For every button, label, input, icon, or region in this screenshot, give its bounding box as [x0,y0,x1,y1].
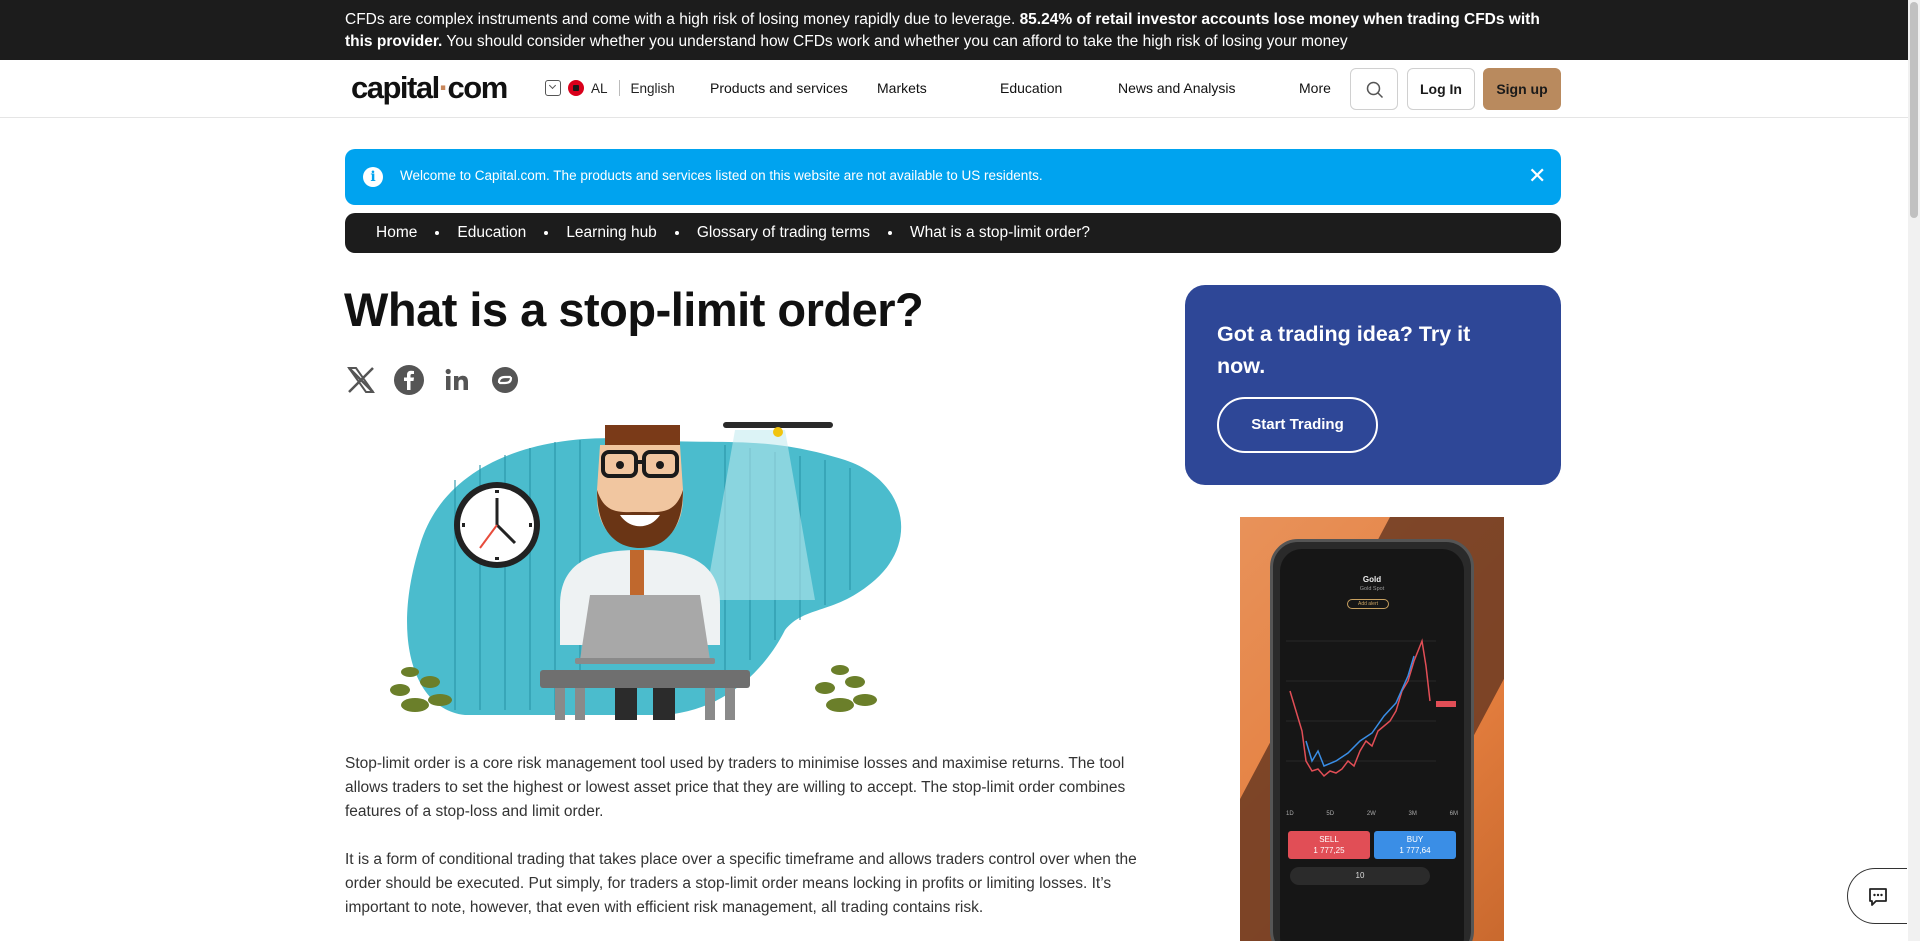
nav-more[interactable]: More [1299,80,1331,96]
timeframe-3m: 3M [1408,811,1417,817]
timeframe-2w: 2W [1366,811,1376,817]
phone-screen: Gold Gold Spot Add alert 1D 5D 2W 3M 6M … [1280,549,1464,941]
site-header: capital·com AL English Products and serv… [0,60,1908,118]
divider [618,80,620,96]
logo[interactable]: capital·com [351,70,508,106]
breadcrumb-glossary[interactable]: Glossary of trading terms [697,224,870,242]
scrollbar-thumb[interactable] [1910,2,1918,218]
chat-button[interactable] [1847,868,1907,924]
share-link-icon[interactable] [489,364,521,396]
signup-button[interactable]: Sign up [1483,68,1561,110]
hero-illustration [390,422,902,720]
article-paragraph: It is a form of conditional trading that… [345,851,1137,916]
quantity-field: 10 [1290,867,1430,885]
banner-text: Welcome to Capital.com. The products and… [400,168,1043,183]
chat-icon [1869,888,1887,906]
breadcrumb-learning-hub[interactable]: Learning hub [566,224,657,242]
risk-warning-bar: CFDs are complex instruments and come wi… [0,0,1908,60]
breadcrumb-education[interactable]: Education [457,224,526,242]
close-icon[interactable]: ✕ [1528,163,1546,189]
trading-cta-card: Got a trading idea? Try it now. Start Tr… [1185,285,1561,485]
scrollbar[interactable] [1908,0,1920,941]
nav-education[interactable]: Education [1000,80,1118,96]
laptop [580,595,710,660]
sell-button: SELL 1 777,25 [1288,831,1370,859]
chevron-down-icon [545,80,561,96]
phone-mockup: Gold Gold Spot Add alert 1D 5D 2W 3M 6M … [1270,539,1474,941]
main-nav: Products and services Markets Education … [710,80,1331,96]
login-button[interactable]: Log In [1407,68,1475,110]
breadcrumb-current: What is a stop-limit order? [909,224,1090,241]
us-residents-banner: i Welcome to Capital.com. The products a… [345,149,1561,205]
nav-markets[interactable]: Markets [877,80,1000,96]
breadcrumb-separator [544,231,549,235]
region-code: AL [591,80,608,96]
x-icon[interactable] [345,364,377,396]
timeframe-5d: 5D [1326,811,1335,817]
language-label: English [630,80,675,96]
info-icon: i [363,167,383,187]
buy-button: BUY 1 777,64 [1374,831,1456,859]
plant-right [815,665,877,712]
start-trading-button[interactable]: Start Trading [1217,397,1378,453]
instrument-subtitle: Gold Spot [1359,586,1385,592]
search-button[interactable] [1350,68,1398,110]
search-icon [1366,81,1384,99]
share-bar [345,364,521,396]
flag-icon [568,80,584,96]
timeframe-1d: 1D [1286,811,1294,817]
breadcrumb-separator [674,231,679,235]
candlestick-chart [1286,638,1456,778]
article-paragraph: Stop-limit order is a core risk manageme… [345,755,1126,820]
breadcrumb-separator [887,231,892,235]
breadcrumb-separator [435,231,440,235]
risk-warning-text: CFDs are complex instruments and come wi… [345,11,1540,50]
cta-title: Got a trading idea? Try it now. [1217,322,1471,378]
nav-news-and-analysis[interactable]: News and Analysis [1118,80,1299,96]
add-alert-pill: Add alert [1347,599,1389,609]
facebook-icon[interactable] [393,364,425,396]
timeframe-tabs: 1D 5D 2W 3M 6M [1286,811,1458,817]
instrument-name: Gold [1362,575,1382,584]
page-title: What is a stop-limit order? [344,283,924,336]
desk [540,670,750,688]
breadcrumb: Home Education Learning hub Glossary of … [345,213,1561,253]
nav-products-and-services[interactable]: Products and services [710,80,877,96]
language-selector[interactable]: AL English [545,80,675,96]
breadcrumb-home[interactable]: Home [376,224,417,242]
app-ad-banner[interactable]: Gold Gold Spot Add alert 1D 5D 2W 3M 6M … [1240,517,1504,941]
timeframe-6m: 6M [1449,811,1458,817]
linkedin-icon[interactable] [441,364,473,396]
